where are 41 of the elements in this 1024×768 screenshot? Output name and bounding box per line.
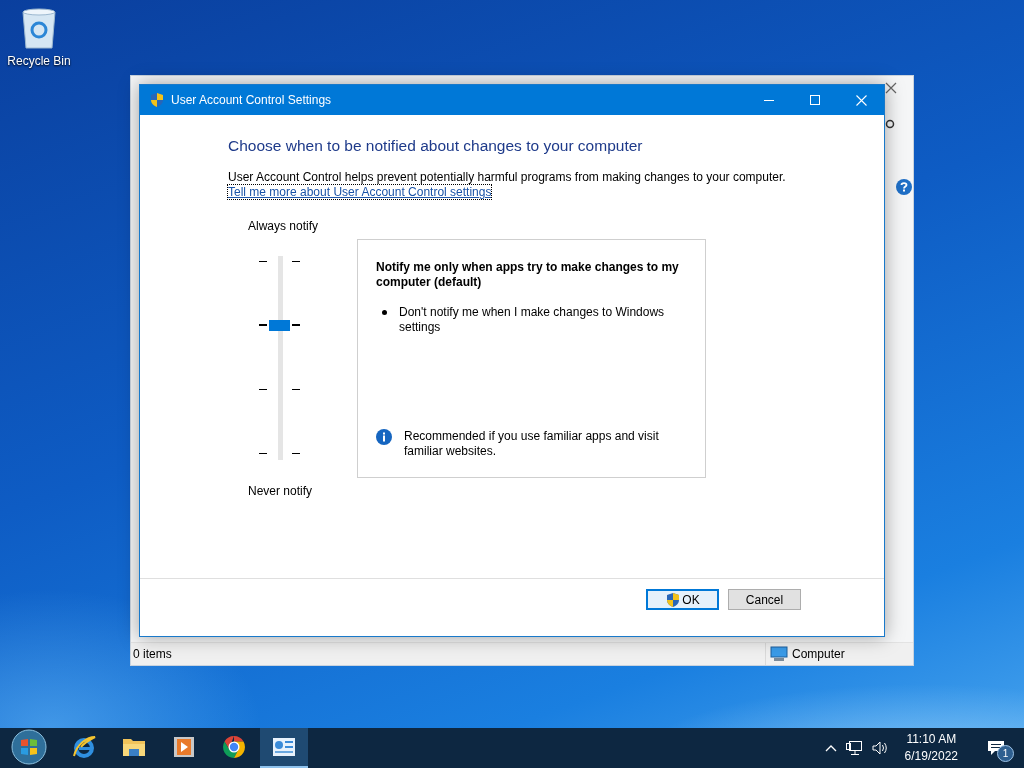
ok-button[interactable]: OK bbox=[646, 589, 719, 610]
speaker-icon[interactable] bbox=[870, 740, 889, 756]
window-title: User Account Control Settings bbox=[171, 93, 333, 107]
shield-icon bbox=[665, 591, 682, 608]
clock[interactable]: 11:10 AM 6/19/2022 bbox=[904, 731, 958, 765]
notify-level-slider[interactable] bbox=[259, 256, 301, 460]
bullet-text: Don't notify me when I make changes to Windows settings bbox=[399, 305, 666, 335]
slider-thumb[interactable] bbox=[269, 319, 290, 331]
status-location: Computer bbox=[792, 647, 845, 661]
browser-globe-icon bbox=[71, 734, 97, 760]
taskbar-app[interactable] bbox=[260, 728, 308, 768]
info-icon bbox=[376, 429, 392, 445]
shield-icon bbox=[149, 92, 165, 108]
media-player-icon bbox=[173, 736, 195, 758]
computer-icon bbox=[770, 646, 788, 662]
level-title: Notify me only when apps try to make changes to my computer (default) bbox=[376, 260, 680, 290]
recycle-bin-icon[interactable] bbox=[19, 8, 59, 50]
status-item-count: 0 items bbox=[132, 647, 173, 661]
maximize-icon bbox=[810, 95, 820, 105]
chrome-icon bbox=[222, 735, 246, 759]
search-icon[interactable] bbox=[884, 118, 896, 130]
dialog-heading: Choose when to be notified about changes to your computer bbox=[228, 137, 644, 155]
clock-time: 11:10 AM bbox=[906, 731, 957, 748]
close-icon bbox=[855, 94, 867, 106]
slider-top-label: Always notify bbox=[247, 219, 320, 233]
start-orb-icon bbox=[11, 729, 47, 765]
desktop-icon-label[interactable]: Recycle Bin bbox=[7, 54, 71, 68]
network-icon[interactable] bbox=[844, 740, 863, 756]
clock-date: 6/19/2022 bbox=[904, 748, 958, 765]
description-text: User Account Control helps prevent potentially harmful programs from making changes to your computer. bbox=[228, 170, 787, 185]
bullet-icon bbox=[382, 310, 387, 315]
control-panel-icon bbox=[272, 737, 296, 757]
close-icon[interactable] bbox=[885, 82, 897, 94]
recommendation-text: Recommended if you use familiar apps and visit familiar websites. bbox=[404, 429, 660, 459]
help-link[interactable]: Tell me more about User Account Control settings bbox=[228, 185, 492, 199]
cancel-button[interactable]: Cancel bbox=[728, 589, 801, 610]
chevron-up-icon[interactable] bbox=[824, 744, 837, 752]
folder-icon bbox=[122, 736, 146, 758]
slider-bottom-label: Never notify bbox=[247, 484, 314, 498]
help-icon[interactable] bbox=[896, 179, 912, 195]
notification-count: 1 bbox=[997, 745, 1014, 762]
